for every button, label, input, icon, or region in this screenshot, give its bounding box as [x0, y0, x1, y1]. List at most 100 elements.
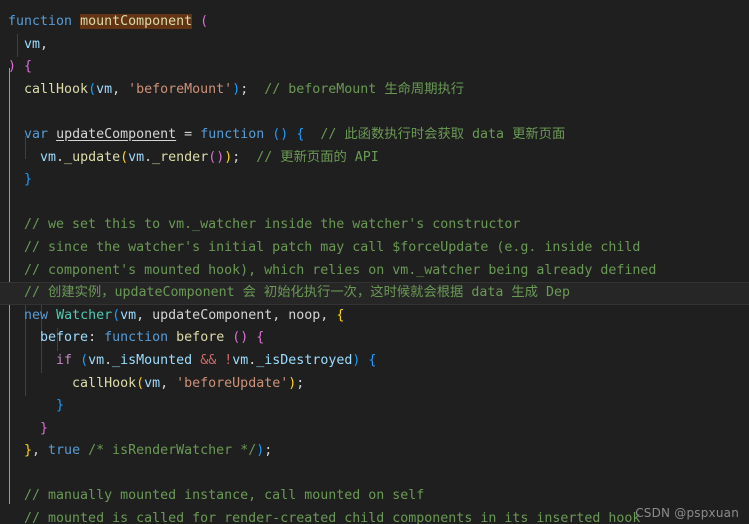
- code-token: // since the watcher's initial patch may…: [24, 239, 641, 255]
- code-token: {: [336, 307, 345, 323]
- code-token: ,: [40, 36, 49, 52]
- code-line[interactable]: // manually mounted instance, call mount…: [0, 485, 749, 508]
- code-line[interactable]: // 创建实例，updateComponent 会 初始化执行一次，这时候就会根…: [0, 282, 749, 305]
- code-token: vm: [120, 307, 137, 323]
- code-token: vm: [96, 81, 113, 97]
- code-token: // 此函数执行时会获取 data 更新页面: [320, 126, 566, 142]
- code-token: before: [176, 330, 225, 346]
- code-token: }: [24, 172, 33, 188]
- code-token: _isMounted: [112, 352, 193, 368]
- code-token: ): [232, 81, 241, 97]
- code-token: (: [136, 375, 145, 391]
- code-line[interactable]: var updateComponent = function () { // 此…: [0, 124, 749, 147]
- code-token: noop: [288, 307, 321, 323]
- code-line[interactable]: }, true /* isRenderWatcher */);: [0, 440, 749, 463]
- code-line[interactable]: function mountComponent (: [0, 11, 749, 34]
- code-token: // we set this to vm._watcher inside the…: [24, 217, 521, 233]
- code-token: var: [24, 126, 49, 142]
- code-token: // 创建实例，updateComponent 会 初始化执行一次，这时候就会根…: [24, 285, 571, 301]
- code-token: // beforeMount 生命周期执行: [264, 81, 465, 97]
- code-line[interactable]: // since the watcher's initial patch may…: [0, 237, 749, 260]
- code-token: {: [368, 352, 377, 368]
- code-token: (: [88, 81, 97, 97]
- code-token: /* isRenderWatcher */: [88, 443, 257, 459]
- watermark-label: CSDN @pspxuan: [635, 506, 739, 520]
- code-token: function: [104, 330, 169, 346]
- code-token: (: [80, 352, 89, 368]
- code-token: _render: [152, 149, 209, 165]
- code-token: 'beforeUpdate': [176, 375, 289, 391]
- code-line[interactable]: vm,: [0, 34, 749, 57]
- code-token: =: [184, 126, 193, 142]
- code-token: vm: [24, 36, 41, 52]
- code-token: }: [40, 420, 49, 436]
- code-token: before: [40, 330, 89, 346]
- code-token: ,: [320, 307, 337, 323]
- code-line[interactable]: if (vm._isMounted && !vm._isDestroyed) {: [0, 350, 749, 373]
- code-token: // mounted is called for render-created …: [24, 511, 641, 524]
- code-line[interactable]: // we set this to vm._watcher inside the…: [0, 214, 749, 237]
- code-line[interactable]: [0, 101, 749, 124]
- code-token: if: [56, 352, 73, 368]
- code-token: {: [24, 59, 33, 75]
- code-line[interactable]: callHook(vm, 'beforeUpdate');: [0, 373, 749, 396]
- code-line[interactable]: }: [0, 169, 749, 192]
- code-token: ;: [296, 375, 305, 391]
- code-token: vm: [40, 149, 57, 165]
- code-line[interactable]: [0, 463, 749, 486]
- code-token: ,: [160, 375, 177, 391]
- code-token: ): [8, 59, 17, 75]
- code-token: }: [56, 398, 65, 414]
- code-line[interactable]: vm._update(vm._render()); // 更新页面的 API: [0, 147, 749, 170]
- code-line[interactable]: }: [0, 418, 749, 441]
- code-line[interactable]: }: [0, 395, 749, 418]
- code-line[interactable]: [0, 192, 749, 215]
- code-token: mountComponent: [80, 14, 193, 29]
- code-token: 'beforeMount': [128, 81, 233, 97]
- code-token: }: [24, 443, 33, 459]
- code-token: updateComponent: [152, 307, 273, 323]
- code-token: ;: [264, 443, 273, 459]
- code-token: Watcher: [56, 307, 113, 323]
- code-editor[interactable]: function mountComponent ( vm,) { callHoo…: [0, 0, 749, 524]
- code-token: .: [56, 149, 65, 165]
- code-token: // component's mounted hook), which reli…: [24, 262, 657, 278]
- code-token: // manually mounted instance, call mount…: [24, 488, 425, 504]
- code-token: &&: [200, 352, 217, 368]
- code-token: vm: [88, 352, 105, 368]
- code-token: ,: [272, 307, 289, 323]
- code-token: (: [200, 14, 209, 29]
- code-line[interactable]: ) {: [0, 56, 749, 79]
- code-content[interactable]: function mountComponent ( vm,) { callHoo…: [0, 0, 749, 524]
- code-token: callHook: [72, 375, 137, 391]
- code-token: new: [24, 307, 49, 323]
- code-line[interactable]: // component's mounted hook), which reli…: [0, 260, 749, 283]
- code-token: true: [48, 443, 81, 459]
- code-line[interactable]: new Watcher(vm, updateComponent, noop, {: [0, 305, 749, 328]
- code-token: ,: [32, 443, 49, 459]
- code-line[interactable]: before: function before () {: [0, 327, 749, 350]
- code-line[interactable]: callHook(vm, 'beforeMount'); // beforeMo…: [0, 79, 749, 102]
